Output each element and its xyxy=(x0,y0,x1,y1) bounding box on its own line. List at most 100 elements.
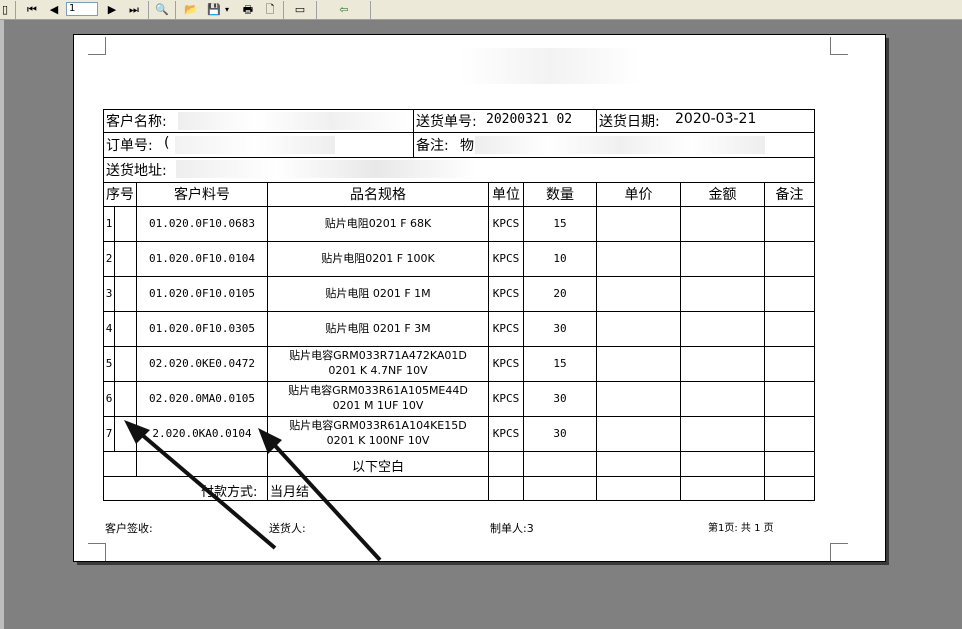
delivery-no-label: 送货单号: xyxy=(416,114,477,130)
col-header-remark: 备注 xyxy=(775,187,804,203)
margin-mark xyxy=(830,543,848,561)
grid-line xyxy=(596,109,597,132)
open-icon[interactable]: 📂 xyxy=(183,2,199,17)
exit-icon[interactable]: ⇦ xyxy=(336,2,352,17)
save-dropdown-icon[interactable]: ▾ xyxy=(222,2,232,17)
row-no: 6 xyxy=(105,392,113,405)
row-name-line1: 贴片电容GRM033R61A104KE15D xyxy=(289,419,467,432)
row-no: 3 xyxy=(105,287,113,300)
print-icon[interactable]: 🖶 xyxy=(240,2,256,17)
address-label: 送货地址: xyxy=(106,163,167,179)
col-header-unit: 单位 xyxy=(492,187,520,203)
row-part: 02.020.0KE0.0472 xyxy=(149,357,255,370)
toolbar-separator xyxy=(148,1,149,19)
grid-line xyxy=(680,182,681,500)
row-name: 贴片电阻0201 F 68K xyxy=(324,217,432,230)
grid-line xyxy=(103,206,815,207)
first-page-icon[interactable]: ⏮ xyxy=(24,2,40,17)
remark-value: 物 xyxy=(460,138,474,154)
row-no: 4 xyxy=(105,322,113,335)
toolbar-separator xyxy=(370,1,371,19)
row-qty: 15 xyxy=(553,217,567,230)
row-unit: KPCS xyxy=(492,287,520,300)
prev-page-icon[interactable]: ◀ xyxy=(46,2,62,17)
grid-line xyxy=(814,109,815,501)
grid-line xyxy=(764,182,765,500)
toolbar-separator xyxy=(15,1,16,19)
grid-line xyxy=(103,476,815,477)
row-name-line2: 0201 M 1UF 10V xyxy=(332,399,424,412)
row-name: 贴片电阻 0201 F 3M xyxy=(325,322,431,335)
row-no: 5 xyxy=(105,357,113,370)
row-unit: KPCS xyxy=(492,252,520,265)
grid-line xyxy=(103,346,815,347)
grid-line xyxy=(103,132,815,133)
row-qty: 30 xyxy=(553,392,567,405)
customer-sign-label: 客户签收: xyxy=(105,522,153,535)
row-unit: KPCS xyxy=(492,392,520,405)
redacted-title xyxy=(460,48,640,84)
col-header-qty: 数量 xyxy=(546,187,574,203)
row-part: 2.020.0KA0.0104 xyxy=(152,427,252,440)
row-part: 01.020.0F10.0105 xyxy=(149,287,255,300)
grid-line xyxy=(103,311,815,312)
order-value: ( xyxy=(164,135,170,151)
row-name-line2: 0201 K 4.7NF 10V xyxy=(328,364,428,377)
delivery-no-value: 20200321 02 xyxy=(486,112,573,127)
delivery-date-value: 2020-03-21 xyxy=(675,111,757,127)
redacted-remark xyxy=(475,136,765,154)
grid-line xyxy=(103,157,815,158)
margin-mark xyxy=(88,543,106,561)
last-page-icon[interactable]: ⏭ xyxy=(126,2,142,17)
grid-line xyxy=(413,109,414,157)
row-no: 1 xyxy=(105,217,113,230)
grid-line xyxy=(103,182,815,183)
row-name-line2: 0201 K 100NF 10V xyxy=(326,434,430,447)
customer-label: 客户名称: xyxy=(106,114,167,130)
save-icon[interactable]: 💾 xyxy=(206,2,222,17)
row-name: 贴片电阻 0201 F 1M xyxy=(325,287,431,300)
row-name-line1: 贴片电容GRM033R61A105ME44D xyxy=(288,384,468,397)
payment-value: 当月结 xyxy=(270,485,310,500)
row-qty: 30 xyxy=(553,322,567,335)
toolbar-separator xyxy=(316,1,317,19)
page-icon-partial: ▯ xyxy=(1,3,9,16)
preview-toolbar: ▯ ⏮ ◀ 1 ▶ ⏭ 🔍 📂 💾 ▾ 🖶 🗋 ▭ ⇦ xyxy=(0,0,962,20)
row-name-line1: 贴片电容GRM033R71A472KA01D xyxy=(289,349,467,362)
zoom-icon[interactable]: 🔍 xyxy=(154,2,170,17)
toolbar-separator xyxy=(175,1,176,19)
row-part: 01.020.0F10.0305 xyxy=(149,322,255,335)
grid-line xyxy=(103,241,815,242)
page-number-input[interactable]: 1 xyxy=(66,2,98,16)
fullscreen-icon[interactable]: ▭ xyxy=(292,2,308,17)
paper-shadow xyxy=(77,562,889,565)
maker-label: 制单人:3 xyxy=(490,522,534,535)
col-header-amount: 金额 xyxy=(708,187,737,203)
row-qty: 15 xyxy=(553,357,567,370)
grid-line xyxy=(596,182,597,500)
row-qty: 30 xyxy=(553,427,567,440)
row-unit: KPCS xyxy=(492,322,520,335)
page-setup-icon[interactable]: 🗋 xyxy=(262,2,278,17)
order-label: 订单号: xyxy=(106,138,153,154)
redacted-customer xyxy=(178,112,408,130)
next-page-icon[interactable]: ▶ xyxy=(104,2,120,17)
grid-line xyxy=(103,416,815,417)
toolbar-separator xyxy=(283,1,284,19)
paper-shadow xyxy=(886,38,889,565)
grid-line xyxy=(103,109,815,110)
payment-label: 付款方式: xyxy=(201,485,258,500)
row-qty: 20 xyxy=(553,287,567,300)
grid-line xyxy=(103,451,815,452)
row-part: 02.020.0MA0.0105 xyxy=(149,392,255,405)
row-part: 01.020.0F10.0683 xyxy=(149,217,255,230)
grid-line xyxy=(103,500,815,501)
left-frame-strip xyxy=(0,20,4,629)
blank-note: 以下空白 xyxy=(351,460,404,475)
row-name: 贴片电阻0201 F 100K xyxy=(321,252,435,265)
grid-line xyxy=(103,381,815,382)
col-header-no: 序号 xyxy=(106,187,134,203)
row-unit: KPCS xyxy=(492,427,520,440)
row-qty: 10 xyxy=(553,252,567,265)
grid-line xyxy=(114,206,115,451)
